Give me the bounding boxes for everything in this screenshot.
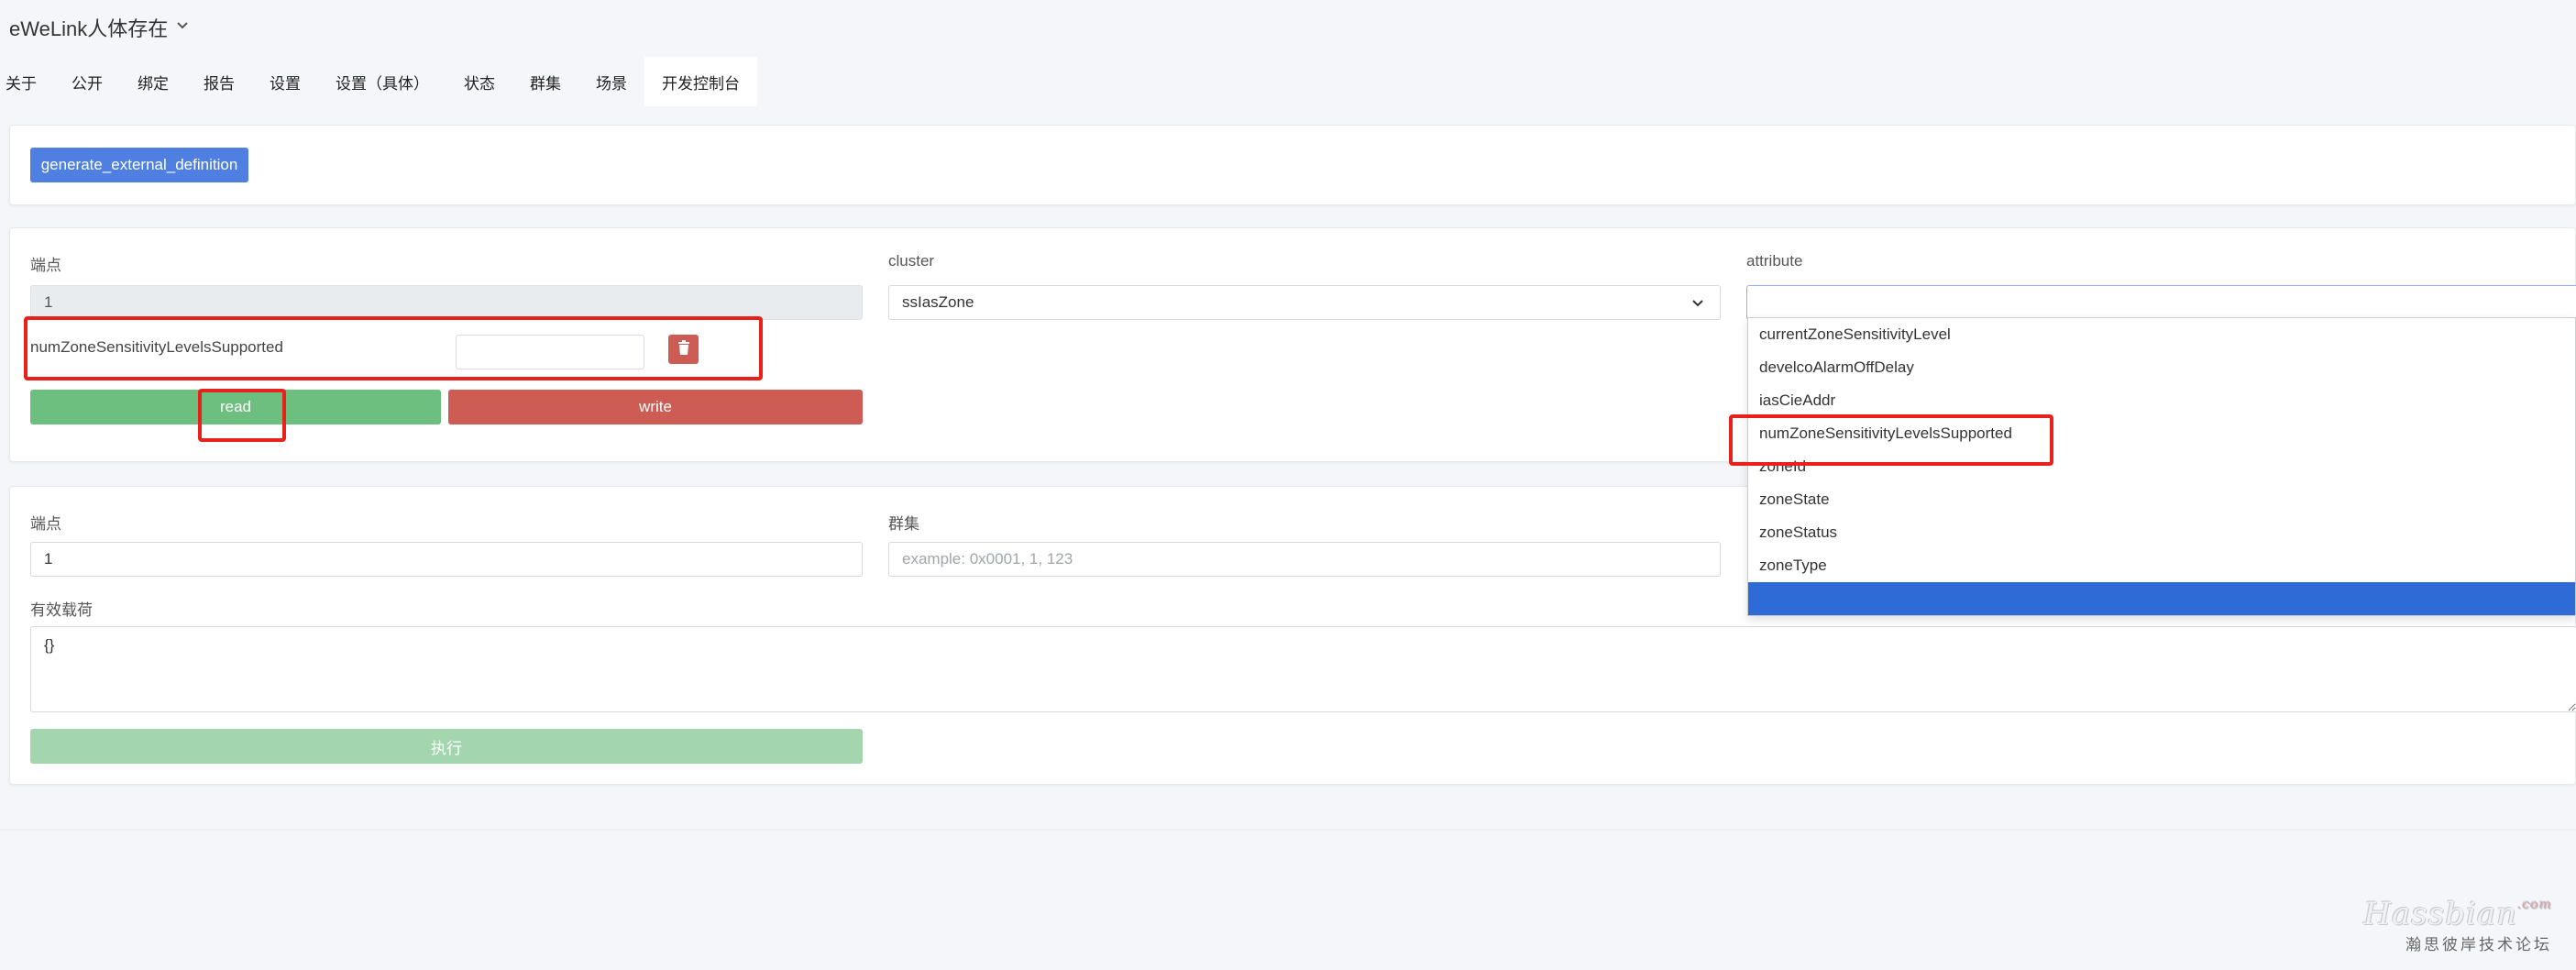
watermark-brand: Hassbian bbox=[2363, 896, 2517, 932]
dropdown-option-selected[interactable] bbox=[1748, 582, 2575, 615]
execute-button[interactable]: 执行 bbox=[30, 729, 863, 764]
command-cluster-input[interactable]: example: 0x0001, 1, 123 bbox=[888, 542, 1721, 577]
tab-clusters[interactable]: 群集 bbox=[512, 57, 578, 106]
tab-exposes[interactable]: 公开 bbox=[54, 57, 120, 106]
watermark-tagline: 瀚思彼岸技术论坛 bbox=[2405, 936, 2552, 953]
attribute-dropdown-list: currentZoneSensitivityLevel develcoAlarm… bbox=[1747, 317, 2576, 616]
tab-about[interactable]: 关于 bbox=[0, 57, 54, 106]
attribute-label: attribute bbox=[1746, 252, 1803, 270]
cluster-label: cluster bbox=[888, 252, 935, 270]
dropdown-option[interactable]: zoneStatus bbox=[1748, 516, 2575, 549]
command-endpoint-input[interactable]: 1 bbox=[30, 542, 863, 577]
tab-scene[interactable]: 场景 bbox=[578, 57, 644, 106]
command-endpoint-label: 端点 bbox=[30, 515, 61, 533]
dropdown-option[interactable]: zoneState bbox=[1748, 483, 2575, 516]
tab-bind[interactable]: 绑定 bbox=[120, 57, 186, 106]
dropdown-option[interactable]: numZoneSensitivityLevelsSupported bbox=[1748, 417, 2575, 450]
write-button[interactable]: write bbox=[448, 390, 863, 424]
endpoint-label: 端点 bbox=[30, 257, 61, 274]
tab-settings[interactable]: 设置 bbox=[252, 57, 318, 106]
tab-state[interactable]: 状态 bbox=[446, 57, 512, 106]
chevron-down-icon bbox=[177, 18, 188, 35]
trash-icon bbox=[677, 339, 690, 359]
watermark-suffix: .com bbox=[2517, 898, 2552, 912]
dropdown-option[interactable]: develcoAlarmOffDelay bbox=[1748, 351, 2575, 384]
attribute-input[interactable] bbox=[1746, 285, 2576, 320]
tab-settings-specific[interactable]: 设置（具体） bbox=[318, 57, 446, 106]
cluster-select-value: ssIasZone bbox=[902, 293, 974, 311]
attribute-value-input[interactable] bbox=[456, 335, 644, 369]
payload-label: 有效载荷 bbox=[30, 601, 93, 619]
payload-textarea[interactable]: {} bbox=[30, 626, 2576, 712]
chevron-down-icon bbox=[1690, 295, 1705, 310]
device-title-dropdown[interactable]: eWeLink人体存在 bbox=[9, 13, 188, 42]
dropdown-option[interactable]: currentZoneSensitivityLevel bbox=[1748, 318, 2575, 351]
device-title: eWeLink人体存在 bbox=[9, 17, 169, 40]
tab-dev-console[interactable]: 开发控制台 bbox=[644, 57, 757, 106]
generate-definition-card: generate_external_definition bbox=[9, 125, 2576, 205]
tab-reporting[interactable]: 报告 bbox=[186, 57, 252, 106]
endpoint-input[interactable]: 1 bbox=[30, 285, 863, 320]
dropdown-option[interactable]: zoneType bbox=[1748, 549, 2575, 582]
tab-bar: 关于 公开 绑定 报告 设置 设置（具体） 状态 群集 场景 开发控制台 bbox=[0, 57, 757, 106]
read-button[interactable]: read bbox=[30, 390, 441, 424]
dropdown-option[interactable]: iasCieAddr bbox=[1748, 384, 2575, 417]
command-cluster-label: 群集 bbox=[888, 515, 919, 533]
cluster-select[interactable]: ssIasZone bbox=[888, 285, 1721, 320]
hassbian-watermark: Hassbian.com 瀚思彼岸技术论坛 bbox=[2363, 898, 2552, 954]
dropdown-option[interactable]: zoneId bbox=[1748, 450, 2575, 483]
generate-external-definition-button[interactable]: generate_external_definition bbox=[30, 148, 248, 182]
footer-divider bbox=[0, 829, 2576, 831]
attribute-row-name: numZoneSensitivityLevelsSupported bbox=[30, 338, 283, 356]
delete-attribute-button[interactable] bbox=[668, 335, 699, 364]
